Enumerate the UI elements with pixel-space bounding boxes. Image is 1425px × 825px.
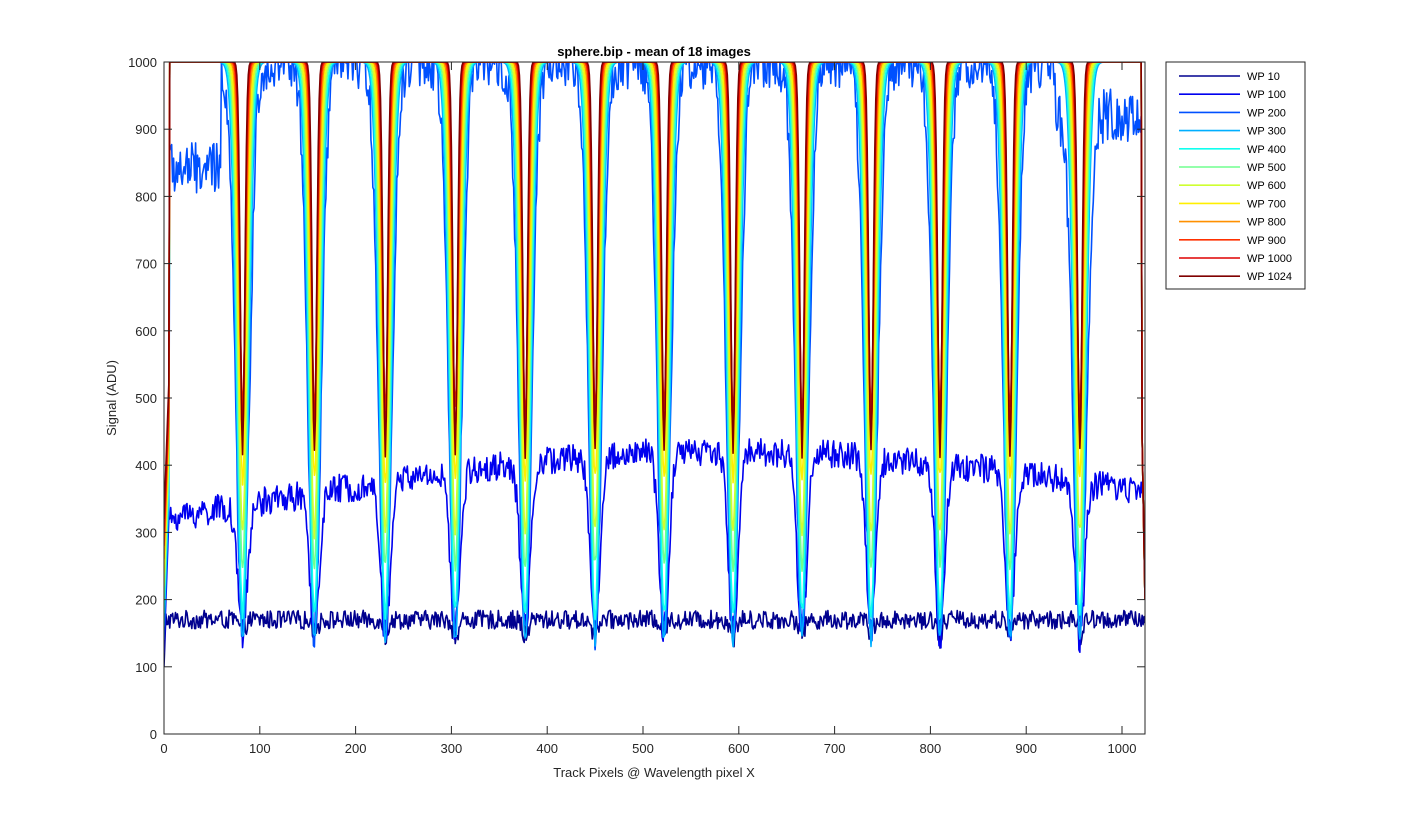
x-axis-label: Track Pixels @ Wavelength pixel X bbox=[553, 765, 755, 780]
x-tick-label: 700 bbox=[824, 741, 846, 756]
y-tick-label: 900 bbox=[135, 122, 157, 137]
y-axis-label: Signal (ADU) bbox=[104, 360, 119, 436]
legend-label: WP 800 bbox=[1247, 217, 1286, 229]
legend-label: WP 500 bbox=[1247, 162, 1286, 174]
x-tick-label: 200 bbox=[345, 741, 367, 756]
y-tick-label: 800 bbox=[135, 189, 157, 204]
x-tick-label: 500 bbox=[632, 741, 654, 756]
y-tick-label: 700 bbox=[135, 257, 157, 272]
legend-label: WP 10 bbox=[1247, 71, 1280, 83]
x-tick-label: 600 bbox=[728, 741, 750, 756]
legend-label: WP 600 bbox=[1247, 180, 1286, 192]
y-tick-label: 400 bbox=[135, 458, 157, 473]
x-tick-label: 900 bbox=[1015, 741, 1037, 756]
legend-label: WP 300 bbox=[1247, 126, 1286, 138]
legend-label: WP 900 bbox=[1247, 235, 1286, 247]
y-tick-label: 300 bbox=[135, 525, 157, 540]
x-tick-label: 100 bbox=[249, 741, 271, 756]
y-tick-label: 500 bbox=[135, 391, 157, 406]
y-tick-label: 600 bbox=[135, 324, 157, 339]
x-tick-label: 1000 bbox=[1108, 741, 1137, 756]
x-tick-label: 800 bbox=[920, 741, 942, 756]
chart: 0 100 200 300 400 500 600 700 800 900 1000 0 100 200 3… bbox=[0, 0, 1425, 825]
y-tick-label: 200 bbox=[135, 593, 157, 608]
x-tick-label: 0 bbox=[160, 741, 167, 756]
chart-title: sphere.bip - mean of 18 images bbox=[557, 44, 751, 59]
legend-label: WP 100 bbox=[1247, 89, 1286, 101]
legend-label: WP 1024 bbox=[1247, 271, 1292, 283]
x-tick-label: 400 bbox=[536, 741, 558, 756]
y-tick-label: 0 bbox=[150, 727, 157, 742]
legend-label: WP 400 bbox=[1247, 144, 1286, 156]
y-tick-label: 1000 bbox=[128, 55, 157, 70]
x-tick-label: 300 bbox=[441, 741, 463, 756]
legend-label: WP 200 bbox=[1247, 107, 1286, 119]
legend-label: WP 700 bbox=[1247, 198, 1286, 210]
y-tick-label: 100 bbox=[135, 660, 157, 675]
legend-label: WP 1000 bbox=[1247, 253, 1292, 265]
legend: WP 10 WP 100 WP 200 WP 300 WP 400 WP 500 WP 60… bbox=[1165, 61, 1306, 290]
